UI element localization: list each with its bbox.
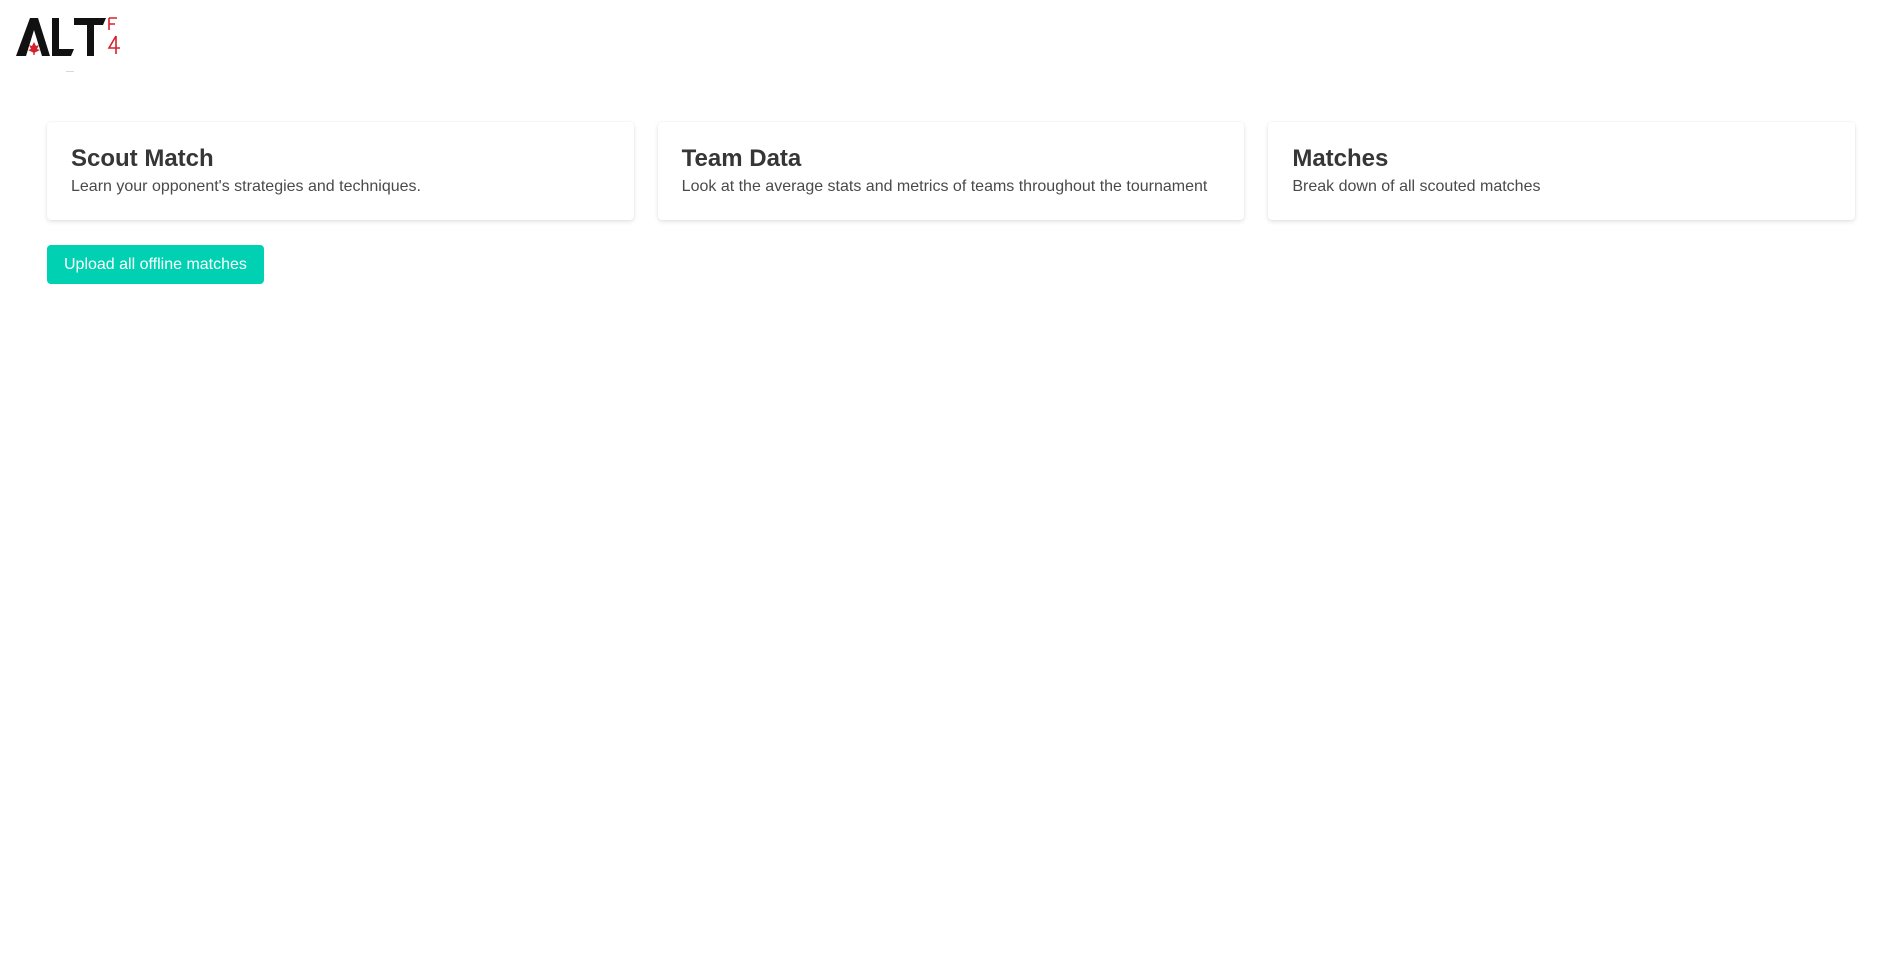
card-subtitle: Break down of all scouted matches <box>1292 178 1541 196</box>
team-data-card[interactable]: Team Data Look at the average stats and … <box>657 122 1245 220</box>
scout-match-card[interactable]: Scout Match Learn your opponent's strate… <box>47 122 634 220</box>
card-subtitle: Learn your opponent's strategies and tec… <box>71 178 421 196</box>
card-title: Matches <box>1292 145 1389 172</box>
logo-divider <box>66 71 74 72</box>
maple-leaf-icon <box>28 42 40 55</box>
card-grid: Scout Match Learn your opponent's strate… <box>47 122 1856 220</box>
header <box>16 16 126 76</box>
upload-offline-matches-button[interactable]: Upload all offline matches <box>47 245 264 284</box>
matches-card[interactable]: Matches Break down of all scouted matche… <box>1268 122 1856 220</box>
card-subtitle: Look at the average stats and metrics of… <box>681 178 1208 196</box>
altf4-logo[interactable] <box>16 16 126 58</box>
card-title: Team Data <box>681 145 802 172</box>
card-title: Scout Match <box>71 145 214 172</box>
